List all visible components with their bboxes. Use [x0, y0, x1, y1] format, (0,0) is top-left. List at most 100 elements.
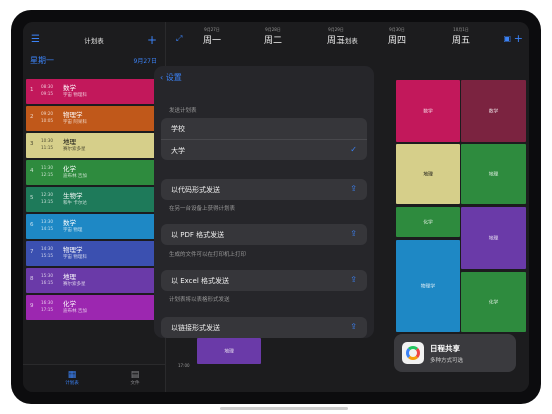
week-cell[interactable]: 数学	[396, 80, 460, 142]
period-number: 8	[30, 276, 34, 282]
week-cell[interactable]: 地理	[461, 207, 526, 269]
send-link-group: 以链接形式发送 ⇪	[161, 317, 367, 338]
back-label: 设置	[165, 73, 182, 82]
week-cell[interactable]: 化学	[396, 207, 460, 237]
day-name: 周三	[326, 36, 345, 46]
period-row[interactable]: 5 12:30 13:15 生物学 和牛 卡尔达	[26, 187, 162, 212]
send-as-code-label: 以代码形式发送	[171, 186, 220, 194]
back-button[interactable]: ‹ 设置	[160, 72, 182, 83]
week-cell-label: 化学	[488, 300, 499, 306]
option-university-label: 大学	[171, 147, 185, 155]
week-cell[interactable]: 物理学	[396, 240, 460, 332]
share-toast[interactable]: 日程共享 多种方式可选	[394, 334, 516, 372]
app-logo-icon	[402, 342, 424, 364]
period-time: 15:30 16:15	[41, 273, 54, 285]
period-row[interactable]: 2 09:20 10:05 物理学 宇宙 阿呆科	[26, 106, 162, 131]
toast-subtitle: 多种方式可选	[430, 358, 464, 364]
send-pdf-group: 以 PDF 格式发送 ⇪	[161, 224, 367, 245]
send-as-code-note: 在另一台设备上获得计划表	[169, 206, 236, 212]
week-cell[interactable]: 地理	[461, 144, 526, 204]
day-header[interactable]: 10月1日 周五	[431, 27, 491, 46]
period-number: 2	[30, 114, 34, 120]
chevron-left-icon: ‹	[160, 73, 164, 82]
period-number: 9	[30, 303, 34, 309]
period-row[interactable]: 1 08:30 09:15 数学 宇宙 物理科	[26, 79, 162, 104]
week-cell[interactable]: 数学	[461, 80, 526, 142]
period-list: 1 08:30 09:15 数学 宇宙 物理科 2 09:20 10:05 物理学 宇宙 阿呆科 3…	[26, 79, 162, 322]
period-row[interactable]: 6 13:30 14:15 数学 宇宙 物理	[26, 214, 162, 239]
week-cell[interactable]: 地理	[396, 144, 460, 204]
calendar-icon[interactable]: ▣	[503, 34, 511, 43]
week-cell-label: 地理	[488, 236, 499, 242]
sidebar-day: 星期一	[30, 56, 54, 65]
home-indicator[interactable]	[220, 407, 348, 410]
share-icon: ⇪	[350, 184, 357, 193]
week-cell[interactable]: 化学	[461, 272, 526, 332]
tab-schedule[interactable]: ▦ 计划表	[57, 370, 87, 386]
send-excel-group: 以 Excel 格式发送 ⇪	[161, 270, 367, 291]
send-code-group: 以代码形式发送 ⇪	[161, 179, 367, 200]
week-cell-label: 地理	[488, 172, 499, 178]
send-as-code-button[interactable]: 以代码形式发送 ⇪	[161, 179, 367, 200]
period-time: 08:30 09:15	[41, 84, 54, 96]
send-as-link-button[interactable]: 以链接形式发送 ⇪	[161, 317, 367, 338]
tab-schedule-label: 计划表	[65, 381, 79, 386]
period-time: 14:30 15:15	[41, 246, 54, 258]
option-university[interactable]: 大学 ✓	[161, 139, 367, 160]
sidebar-title: 计划表	[84, 37, 104, 45]
tab-files-label: 文件	[130, 381, 140, 386]
period-detail: 宇宙 阿呆科	[63, 120, 87, 125]
period-number: 7	[30, 249, 34, 255]
day-name: 周一	[202, 36, 221, 46]
share-icon: ⇪	[350, 229, 357, 238]
send-as-excel-note: 计划表将以表格形式发送	[169, 297, 230, 303]
day-name: 周四	[387, 36, 406, 46]
option-school[interactable]: 学校	[161, 118, 367, 139]
period-time: 16:30 17:15	[41, 300, 54, 312]
period-detail: 迪布林 吉加	[63, 309, 87, 314]
sidebar-date[interactable]: 9月27日	[134, 56, 157, 65]
send-as-excel-button[interactable]: 以 Excel 格式发送 ⇪	[161, 270, 367, 291]
share-icon: ⇪	[350, 275, 357, 284]
week-cell-label: 化学	[423, 220, 433, 226]
day-header[interactable]: 9月29日 周三	[306, 27, 366, 46]
settings-modal: ‹ 设置 发送计划表 学校 大学 ✓ 以代码形式发送 ⇪ 在另一台设备上获得计划…	[154, 66, 374, 338]
send-as-excel-label: 以 Excel 格式发送	[171, 277, 229, 285]
period-subject: 数学	[63, 219, 76, 227]
day-name: 周二	[263, 36, 282, 46]
week-cell[interactable]: 地理	[197, 338, 261, 364]
period-row[interactable]: 4 11:30 12:15 化学 迪布林 吉加	[26, 160, 162, 185]
period-subject: 地理	[63, 273, 76, 281]
tab-files[interactable]: ▤ 文件	[120, 370, 150, 386]
time-label: 17:00	[178, 363, 190, 368]
send-section-label: 发送计划表	[169, 108, 197, 114]
grid-icon: ▦	[67, 370, 77, 380]
period-row[interactable]: 7 14:30 15:15 物理学 宇宙 物理科	[26, 241, 162, 266]
week-cell-label: 地理	[224, 349, 234, 355]
institution-options: 学校 大学 ✓	[161, 118, 367, 160]
period-number: 4	[30, 168, 34, 174]
send-as-pdf-button[interactable]: 以 PDF 格式发送 ⇪	[161, 224, 367, 245]
period-detail: 和牛 卡尔达	[63, 201, 87, 206]
period-time: 12:30 13:15	[41, 192, 54, 204]
week-cell-label: 地理	[423, 172, 433, 178]
period-detail: 赛尔索多星	[63, 147, 86, 152]
period-time: 11:30 12:15	[41, 165, 54, 177]
add-icon[interactable]: +	[514, 32, 523, 45]
day-header[interactable]: 9月30日 周四	[367, 27, 427, 46]
period-subject: 数学	[63, 84, 76, 92]
period-detail: 迪布林 吉加	[63, 174, 87, 179]
period-row[interactable]: 9 16:30 17:15 化学 迪布林 吉加	[26, 295, 162, 320]
period-row[interactable]: 3 10:30 11:15 地理 赛尔索多星	[26, 133, 162, 158]
period-row[interactable]: 8 15:30 16:15 地理 赛尔索多星	[26, 268, 162, 293]
day-header[interactable]: 9月27日 周一	[182, 27, 242, 46]
day-header[interactable]: 9月28日 周二	[243, 27, 303, 46]
period-detail: 宇宙 物理	[63, 228, 83, 233]
add-icon[interactable]: +	[147, 33, 157, 47]
period-number: 3	[30, 141, 34, 147]
share-icon: ⇪	[350, 322, 357, 331]
day-name: 周五	[451, 36, 470, 46]
period-subject: 生物学	[63, 192, 83, 200]
period-subject: 物理学	[63, 111, 83, 119]
tab-bar: ▦ 计划表 ▤ 文件	[23, 364, 165, 392]
